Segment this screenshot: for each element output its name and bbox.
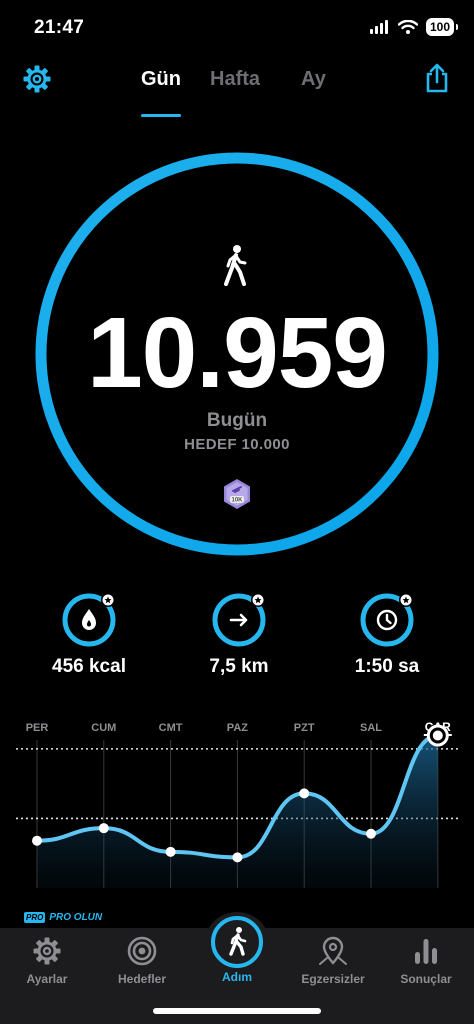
star-badge-icon [101, 593, 115, 607]
chart-point[interactable] [165, 846, 176, 857]
achievement-badge-icon[interactable]: 10K [222, 478, 252, 510]
tab-week[interactable]: Hafta [210, 68, 260, 91]
distance-value: 7,5 km [209, 656, 269, 677]
chart-point-center [432, 730, 443, 741]
gear-icon [33, 937, 61, 965]
period-label: Bugün [206, 410, 268, 431]
active-tab-indicator [141, 114, 181, 117]
battery-icon: 100 [425, 18, 459, 36]
arrow-right-icon [229, 613, 248, 627]
nav-item-workouts[interactable]: Egzersizler [286, 936, 380, 986]
step-count: 10.959 [87, 297, 388, 409]
gear-icon[interactable] [22, 64, 52, 94]
nav-label-results: Sonuçlar [400, 972, 452, 986]
top-bar: Gün Hafta Ay [0, 56, 474, 117]
chart-point[interactable] [299, 788, 310, 799]
chart-day-label: CMT [159, 722, 183, 734]
weekly-steps-chart[interactable]: PERCUMCMTPAZPZTSALÇAR [0, 710, 474, 905]
pro-promo[interactable]: PRO PRO OLUN [24, 912, 102, 923]
bar-chart-icon [415, 939, 437, 964]
nav-item-goals[interactable]: Hedefler [95, 936, 189, 986]
duration-value: 1:50 sa [354, 656, 420, 677]
chart-day-label: CUM [91, 722, 116, 734]
duration-ring [360, 593, 414, 647]
pro-tag: PRO [24, 912, 46, 923]
chart-day-label: PER [26, 722, 49, 734]
pro-label: PRO OLUN [49, 912, 103, 923]
star-badge-icon [399, 593, 413, 607]
nav-label-goals: Hedefler [117, 972, 167, 986]
tab-day[interactable]: Gün [141, 68, 181, 91]
nav-label-steps: Adım [222, 970, 252, 984]
calories-stat[interactable]: 456 kcal [14, 592, 164, 692]
nav-item-steps[interactable]: Adım [190, 914, 284, 984]
status-bar: 21:47 100 [0, 0, 474, 56]
duration-stat[interactable]: 1:50 sa [312, 592, 462, 692]
walker-icon [224, 245, 247, 286]
chart-day-label: PZT [294, 722, 315, 734]
nav-label-settings: Ayarlar [26, 972, 68, 986]
status-time: 21:47 [34, 17, 85, 38]
star-badge-icon [251, 593, 265, 607]
home-indicator [153, 1008, 321, 1014]
calories-value: 456 kcal [52, 656, 126, 677]
nav-item-results[interactable]: Sonuçlar [379, 936, 473, 986]
chart-day-label: PAZ [227, 722, 248, 734]
goal-label: HEDEF 10.000 [184, 436, 290, 453]
calories-ring [62, 593, 116, 647]
signal-icon [369, 20, 388, 34]
chart-point[interactable] [98, 823, 109, 834]
chart-point[interactable] [232, 852, 243, 863]
nav-item-settings[interactable]: Ayarlar [0, 936, 94, 986]
chart-point[interactable] [32, 835, 42, 846]
map-pin-icon [319, 936, 347, 965]
walker-icon [211, 916, 263, 968]
wifi-icon [397, 20, 418, 34]
flame-icon [82, 609, 96, 630]
chart-day-label: SAL [360, 722, 382, 734]
chart-point[interactable] [366, 828, 376, 839]
distance-stat[interactable]: 7,5 km [164, 592, 314, 692]
distance-ring [212, 593, 266, 647]
badge-text: 10K [231, 498, 243, 504]
tab-month[interactable]: Ay [301, 68, 326, 91]
share-icon[interactable] [422, 62, 452, 94]
target-icon [127, 936, 157, 966]
clock-icon [376, 609, 398, 631]
nav-label-workouts: Egzersizler [301, 972, 365, 986]
